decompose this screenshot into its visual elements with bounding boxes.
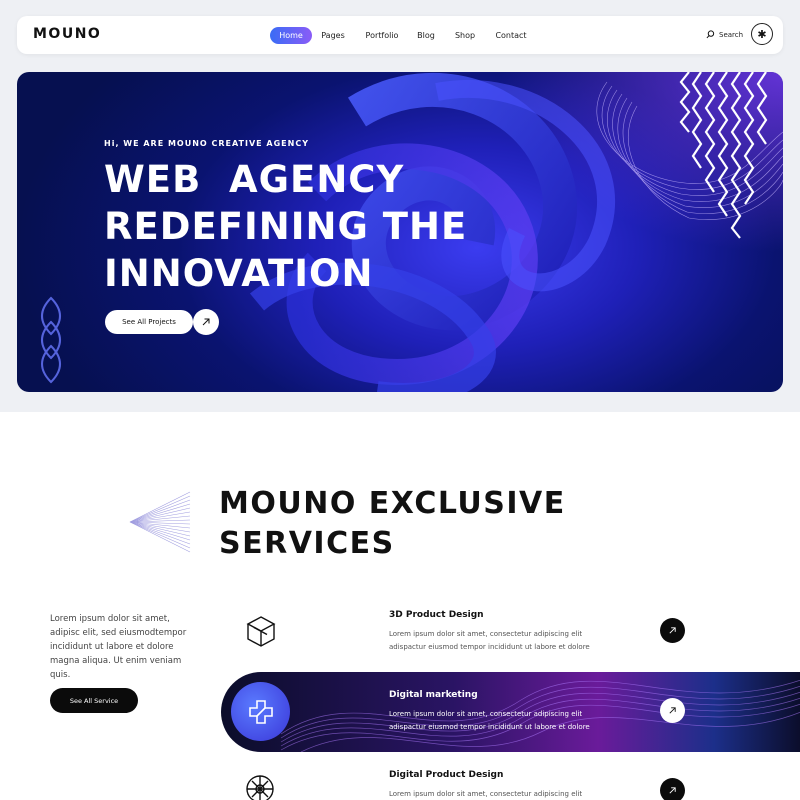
service-arrow-button[interactable] (660, 778, 685, 800)
top-navbar: MOUNO Home Pages Portfolio Blog Shop Con… (17, 16, 783, 54)
arrow-up-right-icon (202, 318, 210, 326)
plus-cross-icon (248, 699, 273, 724)
hero-arrow-button[interactable] (193, 309, 219, 335)
nav-link-blog[interactable]: Blog (414, 27, 438, 44)
service-title: 3D Product Design (389, 610, 484, 620)
service-title: Digital Product Design (389, 770, 504, 780)
service-icon-badge (231, 682, 290, 741)
service-text: Lorem ipsum dolor sit amet, consectetur … (389, 710, 590, 731)
hero-title-line: REDEFINING THE (104, 205, 468, 248)
search-icon (706, 30, 715, 39)
hero-banner: Hi, WE ARE MOUNO CREATIVE AGENCY WEB AGE… (17, 72, 783, 392)
hero-eyebrow: Hi, WE ARE MOUNO CREATIVE AGENCY (104, 139, 309, 148)
sunburst-decoration (129, 491, 191, 553)
service-item-highlighted[interactable]: Digital marketing Lorem ipsum dolor sit … (221, 672, 800, 752)
logo[interactable]: MOUNO (33, 26, 101, 42)
service-title: Digital marketing (389, 690, 478, 700)
compass-icon (246, 775, 274, 800)
arrow-up-right-icon (669, 787, 676, 794)
nav-link-home[interactable]: Home (270, 27, 312, 44)
menu-button[interactable]: ✱ (751, 23, 773, 45)
service-item[interactable]: Digital Product Design Lorem ipsum dolor… (221, 752, 800, 800)
service-item[interactable]: 3D Product Design Lorem ipsum dolor sit … (221, 592, 800, 670)
services-title: MOUNO EXCLUSIVE SERVICES (219, 484, 566, 564)
services-description: Lorem ipsum dolor sit amet, adipisc elit… (50, 614, 187, 680)
service-arrow-button[interactable] (660, 698, 685, 723)
search-button[interactable]: Search (706, 30, 743, 39)
search-label: Search (719, 30, 744, 39)
services-title-line: MOUNO EXCLUSIVE (219, 486, 566, 521)
hero-title-line: INNOVATION (104, 252, 374, 295)
nav-link-shop[interactable]: Shop (452, 27, 478, 44)
service-arrow-button[interactable] (660, 618, 685, 643)
service-text: Lorem ipsum dolor sit amet, consectetur … (389, 630, 590, 651)
arrow-up-right-icon (669, 707, 676, 714)
see-all-projects-button[interactable]: See All Projects (105, 310, 193, 334)
arrow-up-right-icon (669, 627, 676, 634)
see-all-service-button[interactable]: See All Service (50, 688, 138, 713)
service-text: Lorem ipsum dolor sit amet, consectetur … (389, 790, 583, 798)
nav-link-pages[interactable]: Pages (317, 27, 349, 44)
nav-link-portfolio[interactable]: Portfolio (361, 27, 403, 44)
services-title-line: SERVICES (219, 526, 395, 561)
asterisk-icon: ✱ (757, 27, 767, 41)
cube-icon (246, 616, 276, 647)
nav-link-contact[interactable]: Contact (494, 27, 528, 44)
hero-title: WEB AGENCY REDEFINING THE INNOVATION (104, 156, 467, 297)
hero-title-line: WEB AGENCY (104, 158, 405, 201)
